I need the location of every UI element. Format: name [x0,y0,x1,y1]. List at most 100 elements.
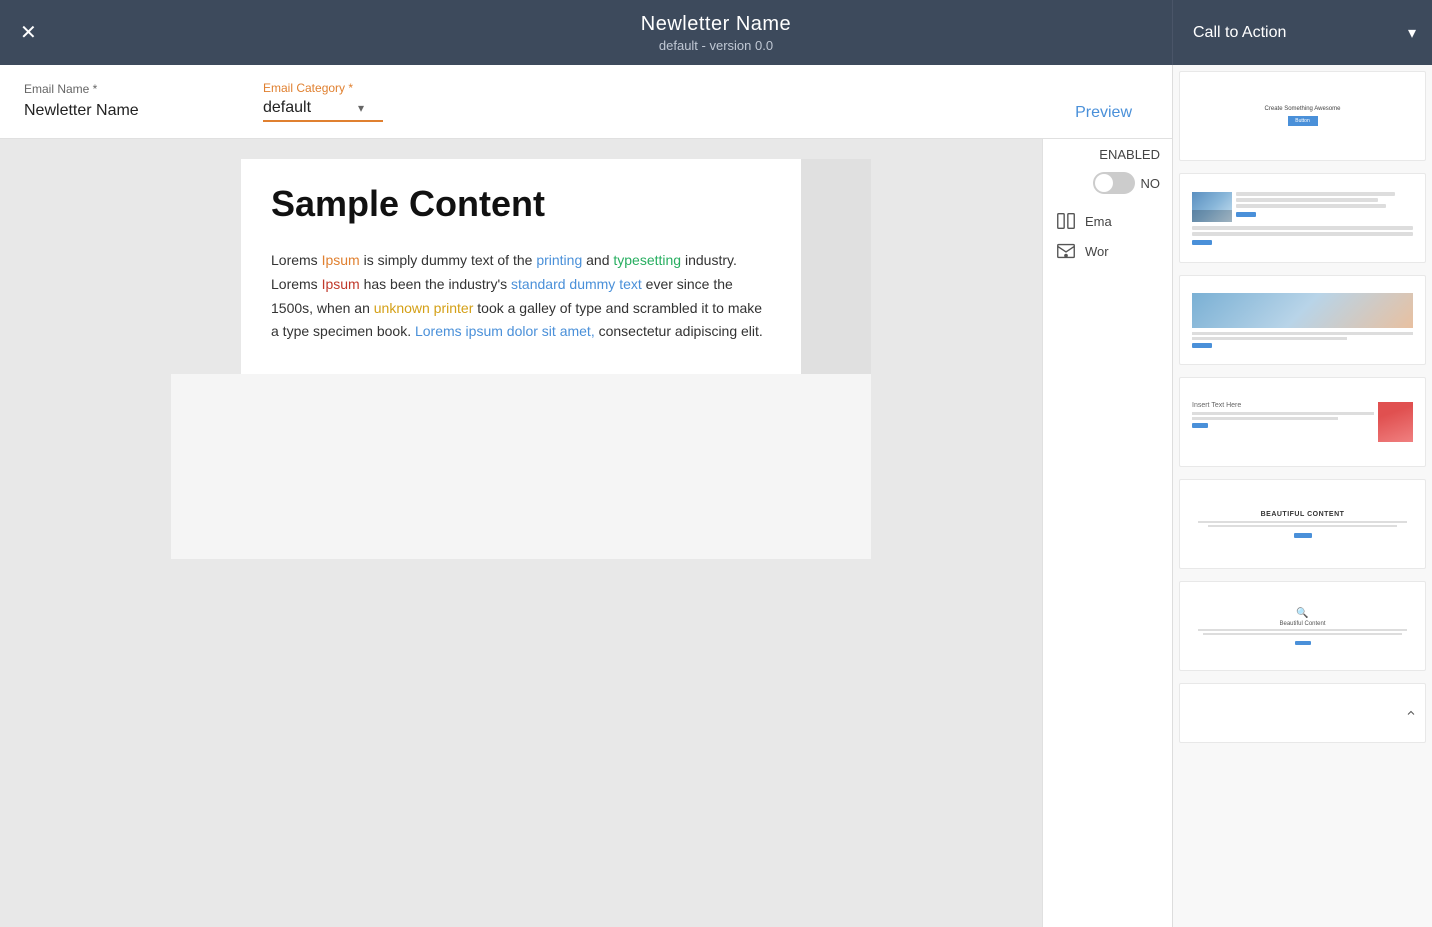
email-body: Lorems Ipsum is simply dummy text of the… [271,249,771,344]
editor-area: Email Name * Email Category * default ne… [0,65,1172,927]
tmpl2-bottom-btn [1192,240,1212,245]
tmpl5-btn-wrapper [1188,529,1417,538]
tmpl6-line-1 [1198,629,1407,631]
body-text-4: printing [536,252,582,268]
email-columns-icon [1055,210,1077,232]
email-category-wrapper: default newsletter promotional transacti… [263,99,383,122]
email-name-field: Email Name * [24,82,231,122]
body-text-1: Lorems [271,252,322,268]
template-item-6[interactable]: 🔍 Beautiful Content [1179,581,1426,671]
tmpl4-image [1378,402,1413,442]
tmpl4-insert-text: Insert Text Here [1192,402,1374,409]
tmpl4-btn [1192,423,1208,428]
tmpl4-row: Insert Text Here [1192,402,1413,442]
tmpl1-btn-label: Button [1295,118,1309,124]
cta-label: Call to Action [1193,24,1286,42]
body-text-12: unknown printer [374,300,474,316]
template-thumb-3 [1180,283,1425,358]
tmpl5-btn [1294,533,1312,538]
tmpl2-bottom-line-2 [1192,232,1413,236]
toggle-no-label: NO [1141,176,1161,191]
tmpl2-row [1192,192,1413,222]
chevron-down-icon: ▾ [1408,23,1416,43]
tmpl6-line-2 [1203,633,1402,635]
email-section: Sample Content Lorems Ipsum is simply du… [171,159,871,374]
body-text-9: has been the industry's [360,276,511,292]
workflow-icon-item[interactable]: Wor [1055,240,1160,262]
email-icon-label: Ema [1085,214,1112,229]
body-text-15: consectetur adipiscing elit. [595,323,763,339]
email-content-block: Sample Content Lorems Ipsum is simply du… [241,159,801,374]
template-item-2[interactable] [1179,173,1426,263]
email-category-label: Email Category * [263,81,383,95]
template-thumb-7 [1180,699,1425,727]
template-item-5[interactable]: BEAUTIFUL CONTENT [1179,479,1426,569]
close-button[interactable]: ✕ [20,23,37,43]
tmpl2-bottom-line-1 [1192,226,1413,230]
email-category-field: Email Category * default newsletter prom… [263,81,383,122]
email-icon-item[interactable]: Ema [1055,210,1160,232]
tmpl3-image [1192,293,1413,328]
template-thumb-6: 🔍 Beautiful Content [1180,600,1425,653]
canvas-wrapper: Sample Content Lorems Ipsum is simply du… [0,139,1172,927]
email-canvas[interactable]: Sample Content Lorems Ipsum is simply du… [0,139,1042,927]
tmpl3-line-1 [1192,332,1413,335]
toggle-row: NO [1043,172,1172,202]
workflow-icon-label: Wor [1085,244,1109,259]
tmpl5-title: BEAUTIFUL CONTENT [1188,511,1417,518]
body-text-10: standard dummy text [511,276,642,292]
tmpl4-left: Insert Text Here [1192,402,1374,442]
tmpl2-bottom [1192,226,1413,245]
enabled-section: ENABLED [1043,139,1172,166]
tmpl2-line-1 [1236,192,1395,196]
tmpl1-text: Create Something Awesome [1192,106,1413,112]
tmpl4-line-2 [1192,417,1338,420]
tmpl4-line-1 [1192,412,1374,415]
template-thumb-1: Create Something Awesome Button [1180,96,1425,136]
template-item-4[interactable]: Insert Text Here [1179,377,1426,467]
tmpl6-title: Beautiful Content [1188,621,1417,627]
body-text-5: and [582,252,613,268]
tmpl3-btn [1192,343,1212,348]
tmpl7-content [1188,707,1417,719]
template-item-1[interactable]: Create Something Awesome Button [1179,71,1426,161]
tmpl1-cta-btn: Button [1288,116,1318,126]
tmpl5-line-2 [1208,525,1397,527]
newsletter-title: Newletter Name [641,13,791,36]
tmpl3-line-2 [1192,337,1347,340]
template-thumb-5: BEAUTIFUL CONTENT [1180,503,1425,546]
newsletter-subtitle: default - version 0.0 [641,38,791,53]
header: ✕ Newletter Name default - version 0.0 C… [0,0,1432,65]
body-text-6: typesetting [613,252,681,268]
tmpl1-btn-wrapper: Button [1192,116,1413,126]
body-text-3: is simply dummy text of the [360,252,537,268]
cta-header[interactable]: Call to Action ▾ [1172,0,1432,65]
email-preview: Sample Content Lorems Ipsum is simply du… [171,159,871,559]
template-thumb-2 [1180,182,1425,255]
tmpl2-line-2 [1236,198,1378,202]
tmpl6-btn-wrapper [1188,637,1417,645]
body-text-2: Ipsum [322,252,360,268]
tmpl2-right [1236,192,1413,217]
email-sidebar-right [801,159,871,374]
body-text-8: Ipsum [322,276,360,292]
tmpl7-icon [1405,707,1417,719]
template-item-3[interactable] [1179,275,1426,365]
canvas-right-overlay: ENABLED NO Ema [1042,139,1172,927]
email-heading: Sample Content [271,183,771,225]
icon-rows: Ema Wor [1043,202,1172,270]
tmpl6-icon: 🔍 [1188,608,1417,619]
workflow-envelope-icon [1055,240,1077,262]
enabled-toggle[interactable] [1093,172,1135,194]
template-item-7[interactable] [1179,683,1426,743]
tmpl2-line-3 [1236,204,1386,208]
email-name-input[interactable] [24,100,231,122]
form-bar: Email Name * Email Category * default ne… [0,65,1172,139]
tmpl2-btn [1236,212,1256,217]
header-title-block: Newletter Name default - version 0.0 [641,13,791,53]
preview-link[interactable]: Preview [1075,104,1132,122]
email-category-select[interactable]: default newsletter promotional transacti… [263,99,374,116]
template-thumb-4: Insert Text Here [1180,392,1425,452]
tmpl5-line-1 [1198,521,1407,523]
body-text-14: Lorems ipsum dolor sit amet, [415,323,595,339]
